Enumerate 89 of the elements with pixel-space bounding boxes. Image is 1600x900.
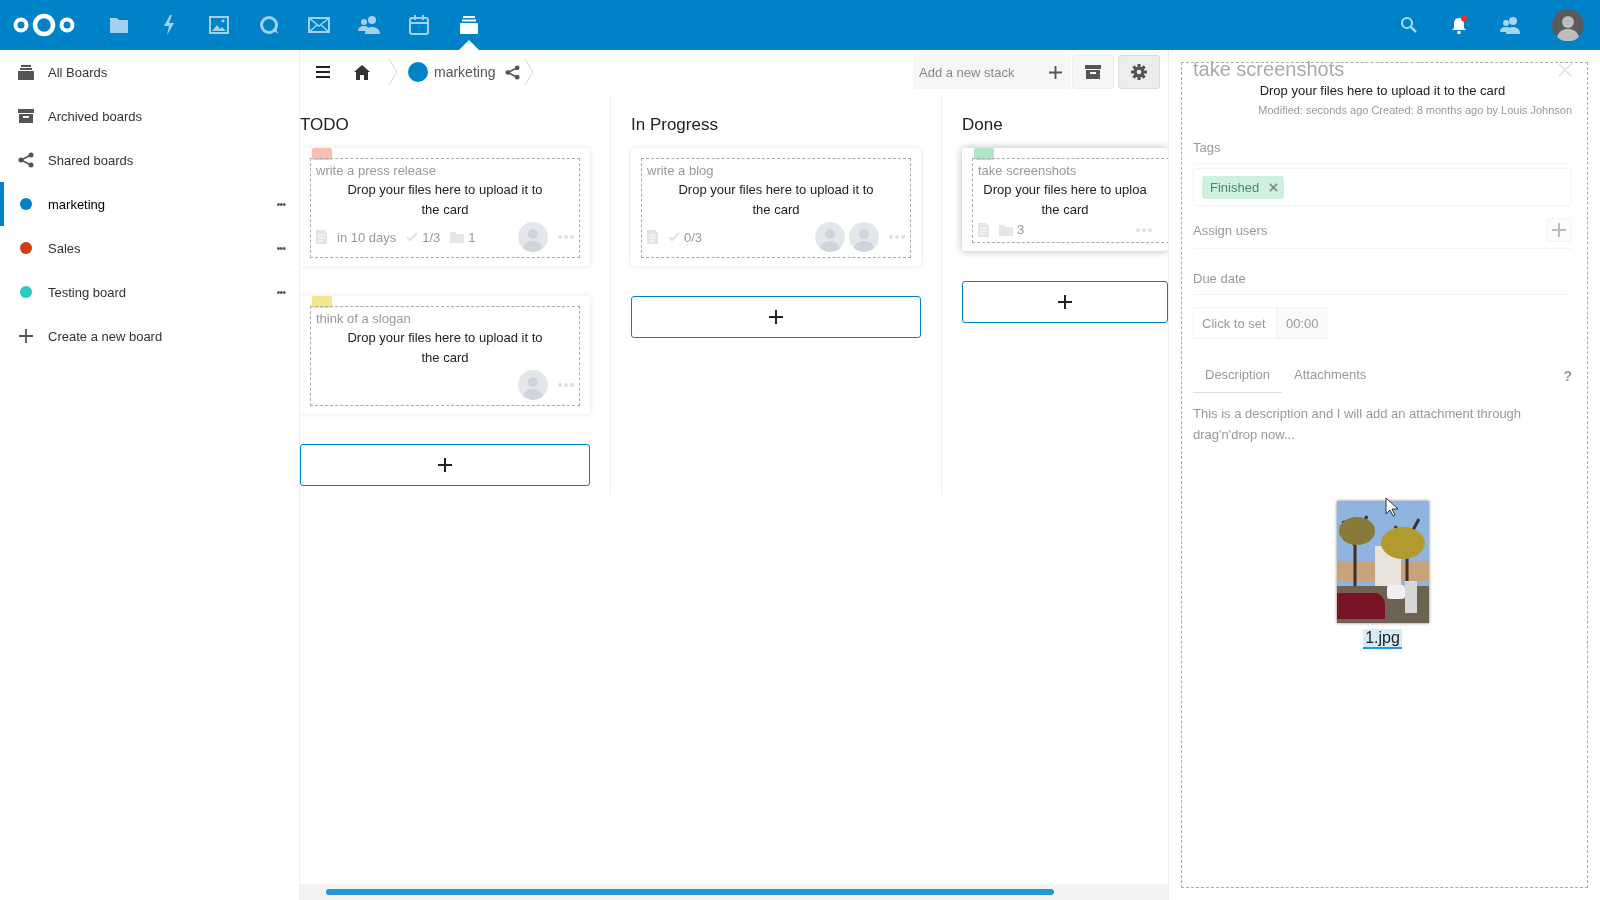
user-avatar [518, 370, 548, 400]
add-stack-field[interactable]: Add a new stack [913, 55, 1071, 89]
add-icon [18, 329, 34, 343]
attachment-count: 3 [1017, 222, 1025, 237]
checkmark-icon [668, 232, 680, 242]
user-avatar [849, 222, 879, 252]
card[interactable]: write a blog Drop your files here to upload it to the card 0/3 [631, 148, 921, 266]
folder-icon [999, 223, 1013, 236]
drop-hint: Drop your files here to upload it to the card [347, 329, 543, 367]
card[interactable]: think of a slogan Drop your files here to upload it to the card [300, 296, 590, 414]
sidebar-item[interactable]: Create a new board [0, 314, 299, 358]
home-icon[interactable] [354, 64, 370, 80]
cursor-icon [1385, 497, 1399, 517]
sidebar-item[interactable]: Shared boards [0, 138, 299, 182]
card-metadata: Modified: seconds ago Created: 8 months ago by Louis Johnson [1257, 104, 1572, 116]
scrollbar-thumb[interactable] [326, 889, 1054, 895]
mail-icon[interactable] [308, 17, 330, 33]
archive-button[interactable] [1072, 55, 1114, 89]
drop-hint: Drop your files here to upload it to the card [1259, 83, 1506, 98]
contacts-icon[interactable] [358, 15, 380, 35]
description-text: This is a description and I will add an attachment through drag'n'drop now... [1193, 405, 1523, 444]
add-icon [769, 310, 783, 324]
search-icon[interactable] [1400, 16, 1418, 34]
chat-icon[interactable] [259, 15, 279, 35]
add-icon [1058, 295, 1072, 309]
more-menu[interactable]: ••• [276, 242, 285, 254]
checkmark-icon [406, 232, 419, 242]
archive-icon [1085, 64, 1101, 80]
user-avatar[interactable] [1552, 9, 1584, 41]
board-title[interactable]: marketing [434, 64, 496, 80]
card-title: write a press release [316, 163, 436, 178]
breadcrumb-separator-icon [388, 58, 398, 86]
share-icon[interactable] [505, 64, 521, 80]
contacts-icon[interactable] [1500, 16, 1520, 34]
add-icon [438, 458, 452, 472]
card-title: think of a slogan [316, 311, 411, 326]
stack-title: In Progress [631, 114, 719, 136]
drop-hint: Drop your files here to uploa the card [983, 181, 1147, 219]
card[interactable]: take screenshots Drop your files here to uploa the card 3 [962, 148, 1168, 251]
add-card-button[interactable] [300, 444, 590, 486]
section-label: Tags [1193, 140, 1572, 164]
sidebar-item[interactable]: All Boards [0, 50, 299, 94]
stack-icon [18, 64, 34, 80]
remove-icon[interactable] [1269, 182, 1279, 192]
card[interactable]: write a press release Drop your files here to upload it to the card in 10 days 1/3 1 [300, 148, 590, 266]
gear-icon [1131, 64, 1147, 80]
add-card-button[interactable] [962, 281, 1168, 323]
sidebar-item[interactable]: Testing board ••• [0, 270, 299, 314]
more-menu[interactable]: ••• [276, 286, 285, 298]
stack-title: TODO [300, 114, 350, 136]
calendar-icon[interactable] [409, 15, 429, 35]
lightning-icon[interactable] [162, 15, 176, 35]
file-name[interactable]: 1.jpg [1363, 629, 1402, 649]
checklist-count: 0/3 [684, 229, 703, 245]
settings-button[interactable] [1118, 55, 1160, 89]
stack-title: Done [962, 114, 1004, 136]
folder-icon [450, 231, 465, 243]
due-date: in 10 days [337, 229, 397, 245]
checklist-count: 1/3 [422, 229, 441, 245]
section-label: Due date [1193, 271, 1572, 295]
notifications-icon[interactable] [1450, 15, 1468, 35]
time-field[interactable]: 00:00 [1277, 307, 1327, 339]
drop-hint: Drop your files here to upload it to the card [347, 181, 543, 219]
horizontal-scrollbar[interactable] [300, 884, 1168, 900]
breadcrumb-separator-icon [524, 58, 535, 86]
sidebar-item[interactable]: Sales ••• [0, 226, 299, 270]
add-icon [1552, 223, 1566, 237]
more-menu[interactable]: ••• [276, 198, 285, 210]
add-card-button[interactable] [631, 296, 921, 338]
card-title: take screenshots [1193, 58, 1345, 81]
user-avatar [518, 222, 548, 252]
card-title: take screenshots [978, 163, 1077, 178]
card-title: write a blog [647, 163, 714, 178]
logo-icon[interactable] [12, 12, 76, 38]
share-icon [18, 152, 34, 168]
folder-icon[interactable] [109, 16, 129, 34]
add-user-button[interactable] [1546, 218, 1572, 242]
image-icon[interactable] [209, 16, 229, 34]
drop-hint: Drop your files here to upload it to the card [678, 181, 874, 219]
date-field[interactable]: Click to set [1193, 307, 1277, 339]
user-avatar [815, 222, 845, 252]
sidebar-item[interactable]: Archived boards [0, 94, 299, 138]
archive-icon [18, 108, 34, 124]
menu-icon[interactable] [316, 66, 330, 78]
section-label: Assign users [1193, 222, 1268, 238]
close-icon[interactable] [1558, 62, 1572, 77]
attachment-count: 1 [468, 229, 476, 245]
active-indicator-icon [459, 40, 479, 50]
deck-icon[interactable] [459, 15, 479, 35]
